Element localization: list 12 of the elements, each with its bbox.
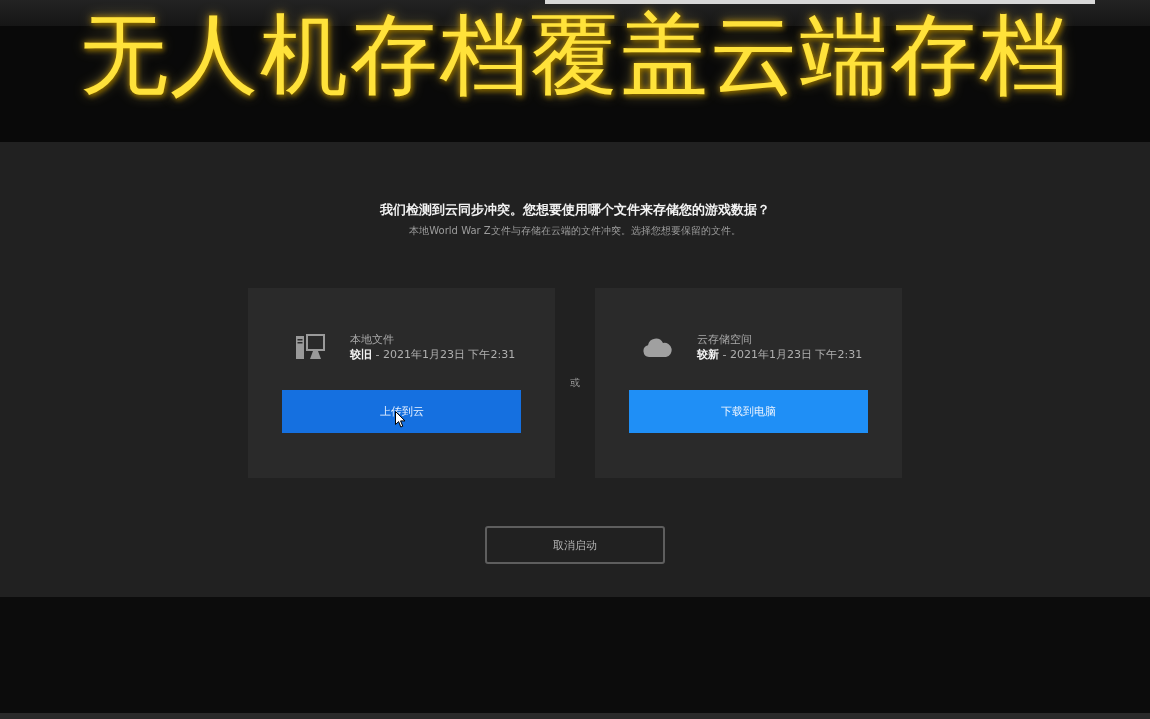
dialog-subtitle: 本地World War Z文件与存储在云端的文件冲突。选择您想要保留的文件。: [409, 224, 741, 238]
file-status-text: 较旧 - 2021年1月23日 下午2:31: [350, 346, 516, 363]
cloud-icon: [643, 337, 672, 357]
file-status-text: 较新 - 2021年1月23日 下午2:31: [697, 346, 863, 363]
dialog-title: 我们检测到云同步冲突。您想要使用哪个文件来存储您的游戏数据？: [380, 201, 770, 219]
or-separator: 或: [569, 376, 581, 390]
file-location-label: 本地文件: [350, 331, 395, 347]
video-caption: 无人机存档覆盖云端存档: [80, 6, 1070, 106]
cancel-launch-button[interactable]: 取消启动: [485, 526, 665, 564]
computer-icon: [296, 333, 325, 361]
file-location-label: 云存储空间: [697, 331, 753, 347]
sync-action-button[interactable]: 下载到电脑: [629, 390, 868, 433]
